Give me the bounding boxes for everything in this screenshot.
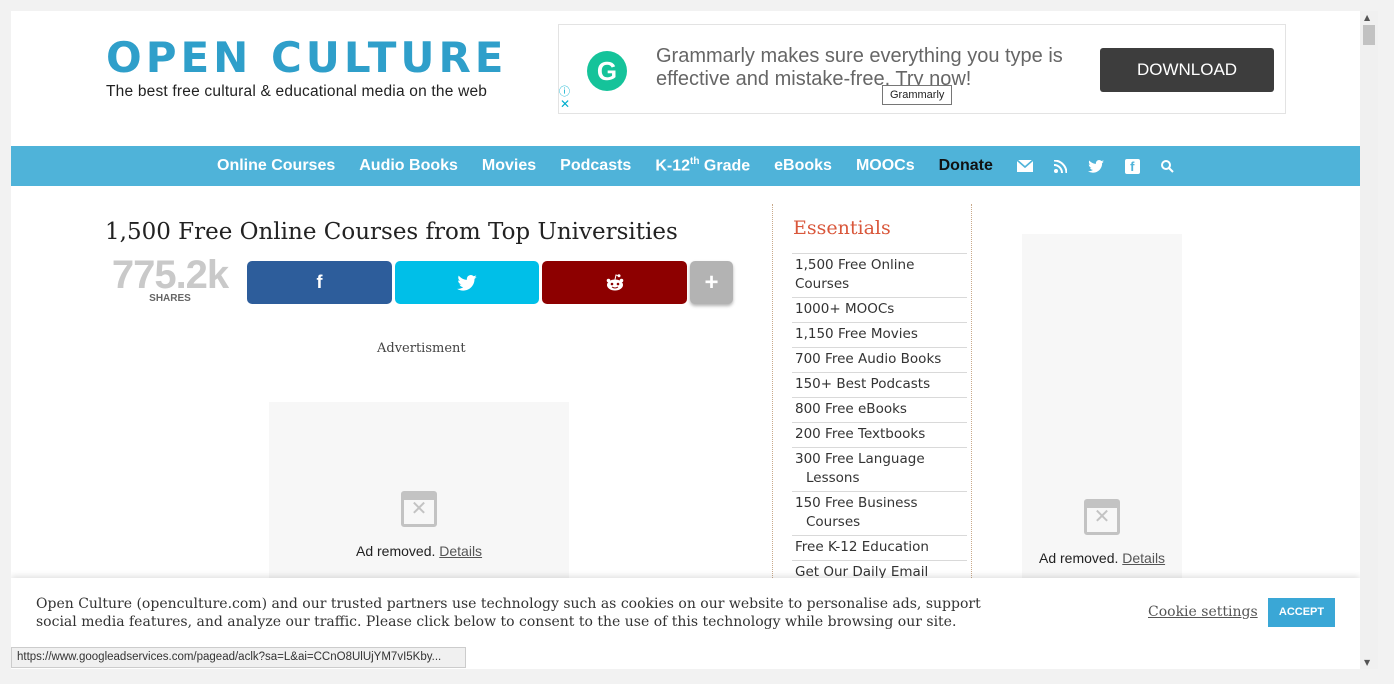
- logo-title[interactable]: OPEN CULTURE: [106, 37, 507, 79]
- ad-removed-icon: ✕: [401, 491, 437, 527]
- site-logo[interactable]: OPEN CULTURE The best free cultural & ed…: [106, 37, 507, 101]
- ad-close-icon[interactable]: ✕: [560, 97, 570, 111]
- nav-online-courses[interactable]: Online Courses: [217, 157, 335, 175]
- logo-tagline: The best free cultural & educational med…: [106, 83, 488, 100]
- ad-placeholder-main: ✕ Ad removed. Details: [269, 402, 569, 602]
- sidebar-item-moocs[interactable]: 1000+ MOOCs: [792, 297, 967, 322]
- browser-frame: OPEN CULTURE The best free cultural & ed…: [0, 0, 1394, 684]
- sidebar-item-textbooks[interactable]: 200 Free Textbooks: [792, 422, 967, 447]
- ad-removed-text: Ad removed. Details: [1039, 550, 1165, 566]
- sidebar-item-business-courses[interactable]: 150 Free Business Courses: [792, 491, 967, 535]
- sidebar-item-language-line1: 300 Free Language: [795, 451, 925, 467]
- sidebar-item-movies[interactable]: 1,150 Free Movies: [792, 322, 967, 347]
- facebook-share-icon: f: [316, 272, 323, 292]
- ad-removed-label: Ad removed.: [356, 543, 436, 559]
- sidebar-item-language-line2: Lessons: [806, 470, 860, 486]
- sidebar-item-online-courses[interactable]: 1,500 Free Online Courses: [792, 253, 967, 297]
- cookie-settings-link[interactable]: Cookie settings: [1148, 604, 1258, 620]
- grammarly-ad-banner[interactable]: G Grammarly makes sure everything you ty…: [558, 24, 1286, 114]
- cookie-accept-button[interactable]: ACCEPT: [1268, 598, 1335, 627]
- link-status-bar: https://www.googleadservices.com/pagead/…: [11, 647, 466, 668]
- nav-donate[interactable]: Donate: [939, 157, 993, 175]
- article-title: 1,500 Free Online Courses from Top Unive…: [105, 219, 678, 245]
- ad-removed-text: Ad removed. Details: [356, 543, 482, 559]
- cookie-text: Open Culture (openculture.com) and our t…: [36, 596, 981, 630]
- ad-placeholder-side: ✕ Ad removed. Details: [1022, 234, 1182, 604]
- share-more-button[interactable]: +: [690, 261, 733, 304]
- sidebar-item-language-lessons[interactable]: 300 Free Language Lessons: [792, 447, 967, 491]
- ad-tooltip: Grammarly: [882, 85, 953, 105]
- nav-audio-books[interactable]: Audio Books: [359, 157, 458, 175]
- ad-removed-icon: ✕: [1084, 499, 1120, 535]
- ad-details-link[interactable]: Details: [439, 543, 482, 559]
- share-count-number: 775.2k: [111, 253, 229, 297]
- share-facebook-button[interactable]: f: [247, 261, 392, 304]
- ad-details-link[interactable]: Details: [1122, 550, 1165, 566]
- main-nav: Online Courses Audio Books Movies Podcas…: [11, 146, 1360, 186]
- share-reddit-button[interactable]: [542, 261, 687, 304]
- ad-text[interactable]: Grammarly makes sure everything you type…: [656, 45, 1076, 91]
- sidebar-item-k12-education[interactable]: Free K-12 Education: [792, 535, 967, 560]
- share-count: 775.2k SHARES: [105, 255, 235, 304]
- download-button[interactable]: DOWNLOAD: [1100, 48, 1274, 92]
- ad-removed-label: Ad removed.: [1039, 550, 1119, 566]
- scroll-up-arrow-icon[interactable]: ▲: [1364, 13, 1370, 22]
- sidebar-item-podcasts[interactable]: 150+ Best Podcasts: [792, 372, 967, 397]
- scroll-down-arrow-icon[interactable]: ▼: [1364, 658, 1370, 667]
- vertical-scrollbar[interactable]: ▲ ▼: [1360, 11, 1378, 669]
- rss-icon[interactable]: [1053, 159, 1067, 173]
- sidebar-item-business-line1: 150 Free Business: [795, 495, 918, 511]
- search-icon[interactable]: [1160, 159, 1174, 173]
- sidebar-list: 1,500 Free Online Courses 1000+ MOOCs 1,…: [792, 253, 967, 585]
- share-twitter-button[interactable]: [395, 261, 539, 304]
- nav-k12-prefix: K-12: [655, 157, 690, 175]
- mail-icon[interactable]: [1016, 160, 1033, 172]
- grammarly-logo-icon[interactable]: G: [587, 51, 627, 91]
- page-viewport: OPEN CULTURE The best free cultural & ed…: [11, 11, 1360, 669]
- nav-movies[interactable]: Movies: [482, 157, 536, 175]
- twitter-share-icon: [457, 275, 477, 291]
- sidebar-title: Essentials: [793, 217, 891, 239]
- sidebar-item-ebooks[interactable]: 800 Free eBooks: [792, 397, 967, 422]
- nav-moocs[interactable]: MOOCs: [856, 157, 915, 175]
- nav-k12-grade[interactable]: K-12th Grade: [655, 156, 750, 175]
- reddit-share-icon: [606, 274, 623, 291]
- essentials-sidebar: Essentials 1,500 Free Online Courses 100…: [772, 204, 972, 604]
- nav-ebooks[interactable]: eBooks: [774, 157, 832, 175]
- advertisement-label: Advertisment: [377, 341, 466, 356]
- facebook-icon[interactable]: f: [1124, 158, 1140, 174]
- sidebar-item-business-line2: Courses: [806, 514, 861, 530]
- twitter-icon[interactable]: [1087, 159, 1104, 173]
- scroll-thumb[interactable]: [1363, 25, 1375, 45]
- nav-k12-suffix: Grade: [699, 157, 751, 175]
- nav-podcasts[interactable]: Podcasts: [560, 157, 631, 175]
- sidebar-item-audio-books[interactable]: 700 Free Audio Books: [792, 347, 967, 372]
